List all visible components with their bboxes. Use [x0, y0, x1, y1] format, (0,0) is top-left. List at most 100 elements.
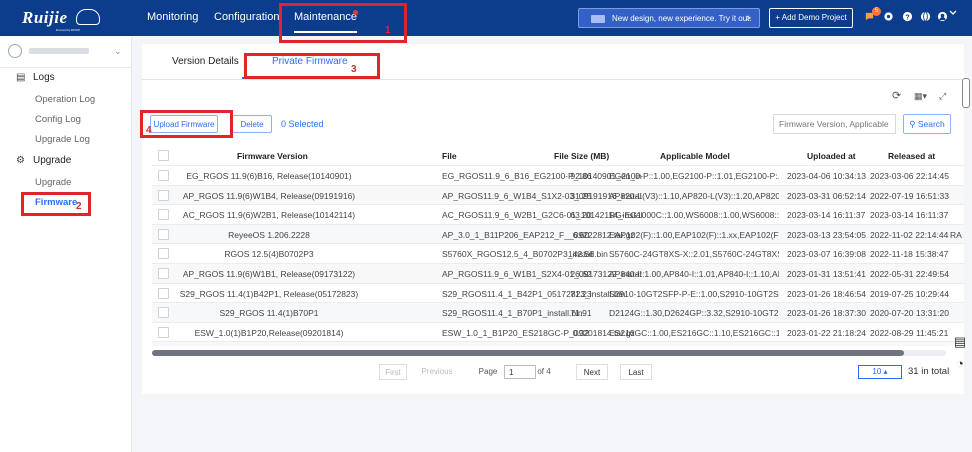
- nav-configuration[interactable]: Configuration: [214, 11, 279, 23]
- ruijie-logo[interactable]: Ruijie Powered by RUIJIE: [22, 8, 80, 32]
- horizontal-scrollbar[interactable]: [152, 350, 946, 356]
- previous-page-button[interactable]: Previous: [419, 364, 455, 380]
- page-size-select[interactable]: 10 ▴: [858, 365, 902, 379]
- blurred-username: [29, 48, 89, 54]
- vertical-scrollbar[interactable]: [962, 78, 970, 108]
- cell-uploaded-at: 2023-03-14 16:11:37: [787, 210, 866, 221]
- gear-icon[interactable]: [883, 11, 894, 22]
- scrollbar-thumb[interactable]: [152, 350, 904, 356]
- cell-firmware-version: RGOS 12.5(4)B0702P3: [224, 249, 314, 260]
- cell-applicable-model: AP840-I::1.00,AP840-I::1.01,AP840-I::1.1…: [609, 269, 779, 279]
- annotation-number: 3: [351, 64, 357, 75]
- cell-applicable-model: AP820-L(V3)::1.10,AP820-L(V3)::1.20,AP82…: [609, 190, 779, 201]
- row-checkbox[interactable]: [158, 170, 169, 181]
- row-checkbox[interactable]: [158, 287, 169, 299]
- column-header-uploaded-at[interactable]: Uploaded at: [807, 151, 856, 161]
- delete-button[interactable]: Delete: [232, 115, 272, 133]
- search-input[interactable]: [773, 114, 896, 134]
- first-page-button[interactable]: First: [379, 364, 407, 380]
- column-header-applicable-model[interactable]: Applicable Model: [660, 151, 730, 161]
- feedback-icon[interactable]: ▤: [952, 334, 968, 350]
- search-button-label: Search: [917, 119, 945, 129]
- chevron-down-icon[interactable]: [949, 9, 957, 17]
- column-header-file-size[interactable]: File Size (MB): [554, 151, 609, 161]
- column-header-firmware-version[interactable]: Firmware Version: [237, 151, 308, 161]
- cell-released-at: 2022-05-31 22:49:54: [870, 269, 949, 279]
- column-header-file[interactable]: File: [442, 151, 457, 161]
- cell-released-at: 2023-03-06 22:14:45: [870, 171, 949, 181]
- next-page-button[interactable]: Next: [576, 364, 608, 380]
- user-account-icon[interactable]: [937, 11, 948, 22]
- tab-version-details[interactable]: Version Details: [172, 56, 239, 67]
- cell-firmware-version: AP_RGOS 11.9(6)W1B4, Release(09191916): [182, 190, 356, 201]
- add-demo-project-button[interactable]: + Add Demo Project: [769, 8, 853, 28]
- row-checkbox[interactable]: [158, 209, 169, 221]
- help-icon[interactable]: ?: [902, 11, 913, 22]
- cell-released-at: 2019-07-25 10:29:44: [870, 288, 949, 299]
- globe-icon[interactable]: [920, 11, 931, 22]
- select-all-checkbox[interactable]: [158, 150, 169, 161]
- table-row[interactable]: ReyeeOS 1.206.2228 AP_3.0_1_B11P206_EAP21…: [152, 223, 964, 244]
- cell-file-size: 71.91: [570, 308, 592, 319]
- row-checkbox[interactable]: [158, 268, 169, 279]
- cell-firmware-version: S29_RGOS 11.4(1)B42P1, Release(05172823): [179, 288, 359, 299]
- cell-applicable-model: RG-EG1000C::1.00,WS6008::1.00,WS6008::1.…: [609, 210, 779, 221]
- last-page-button[interactable]: Last: [620, 364, 652, 380]
- sidebar-group-upgrade[interactable]: ⚙ Upgrade: [16, 155, 71, 166]
- sidebar-item-config-log[interactable]: Config Log: [35, 114, 81, 125]
- cell-released-at: 2022-07-19 16:51:33: [870, 190, 949, 201]
- page-count-label: of 4: [537, 367, 551, 376]
- cell-firmware-version: AP_RGOS 11.9(6)W1B1, Release(09173122): [182, 269, 356, 279]
- sidebar-item-upgrade-log[interactable]: Upgrade Log: [35, 134, 90, 145]
- table-row[interactable]: AC_RGOS 11.9(6)W2B1, Release(10142114) AC…: [152, 204, 964, 224]
- annotation-box-maintenance: [279, 3, 407, 43]
- headset-support-icon[interactable]: ◔: [952, 356, 968, 372]
- cell-uploaded-at: 2023-03-31 06:52:14: [787, 190, 866, 201]
- table-row[interactable]: EG_RGOS 11.9(6)B16, Release(10140901) EG_…: [152, 165, 964, 185]
- sidebar-item-upgrade[interactable]: Upgrade: [35, 177, 71, 188]
- table-row[interactable]: S29_RGOS 11.4(1)B70P1 S29_RGOS11.4_1_B70P…: [152, 302, 964, 323]
- top-navigation-bar: Ruijie Powered by RUIJIE Monitoring Conf…: [0, 0, 972, 36]
- new-design-banner[interactable]: New design, new experience. Try it out. …: [578, 8, 760, 28]
- promo-text: New design, new experience. Try it out.: [612, 14, 752, 23]
- cell-file-size: 63.20: [570, 210, 592, 221]
- sidebar-group-label: Logs: [33, 72, 55, 83]
- selected-count: 0 Selected: [281, 119, 324, 129]
- annotation-number: 4: [146, 125, 152, 136]
- upgrade-icon: ⚙: [16, 155, 25, 166]
- cell-uploaded-at: 2023-04-06 10:34:13: [787, 171, 866, 181]
- sidebar: ⌄ ▤ Logs Operation Log Config Log Upgrade…: [0, 36, 132, 452]
- row-checkbox[interactable]: [158, 248, 169, 260]
- annotation-number: 1: [385, 25, 391, 36]
- cell-uploaded-at: 2023-03-07 16:39:08: [787, 249, 866, 260]
- row-checkbox[interactable]: [158, 326, 169, 338]
- refresh-icon[interactable]: ⟳: [892, 89, 901, 102]
- search-button[interactable]: ⚲ Search: [903, 114, 951, 134]
- table-row[interactable]: ESW_1.0(1)B1P20,Release(09201814) ESW_1.0…: [152, 321, 964, 342]
- sidebar-item-operation-log[interactable]: Operation Log: [35, 94, 95, 105]
- table-row[interactable]: S29_RGOS 11.4(1)B42P1, Release(05172823)…: [152, 282, 964, 303]
- column-settings-icon[interactable]: ▦▾: [914, 91, 927, 102]
- cell-applicable-model: S5760C-24GT8XS-X::2.01,S5760C-24GT8XS...: [609, 249, 779, 260]
- sidebar-group-logs[interactable]: ▤ Logs: [16, 72, 55, 83]
- row-checkbox[interactable]: [158, 189, 169, 201]
- cell-released-at: 2020-07-20 13:31:20: [870, 308, 949, 319]
- total-count: 31 in total: [908, 366, 950, 377]
- table-row[interactable]: S19_RGOS 11.4(1)B42P17S19_RGOS11.4_1_B42…: [152, 341, 964, 346]
- table-row[interactable]: AP_RGOS 11.9(6)W1B1, Release(09173122) AP…: [152, 263, 964, 283]
- nav-monitoring[interactable]: Monitoring: [147, 11, 198, 23]
- column-header-released-at[interactable]: Released at: [888, 151, 935, 161]
- fullscreen-icon[interactable]: ⤢: [939, 91, 946, 102]
- cell-firmware-version: ESW_1.0(1)B1P20,Release(09201814): [194, 327, 344, 338]
- table-row[interactable]: AP_RGOS 11.9(6)W1B4, Release(09191916) AP…: [152, 184, 964, 205]
- sidebar-group-label: Upgrade: [33, 155, 72, 166]
- divider: [0, 67, 131, 68]
- cell-file-size: 142.56: [568, 249, 594, 260]
- table-row[interactable]: RGOS 12.5(4)B0702P3 S5760X_RGOS12.5_4_B07…: [152, 243, 964, 263]
- page-label: Page: [478, 367, 498, 376]
- row-checkbox[interactable]: [158, 307, 169, 319]
- logo-subtext: Powered by RUIJIE: [56, 28, 81, 32]
- row-checkbox[interactable]: [158, 228, 169, 240]
- user-selector[interactable]: ⌄: [8, 44, 124, 60]
- divider: [142, 79, 964, 80]
